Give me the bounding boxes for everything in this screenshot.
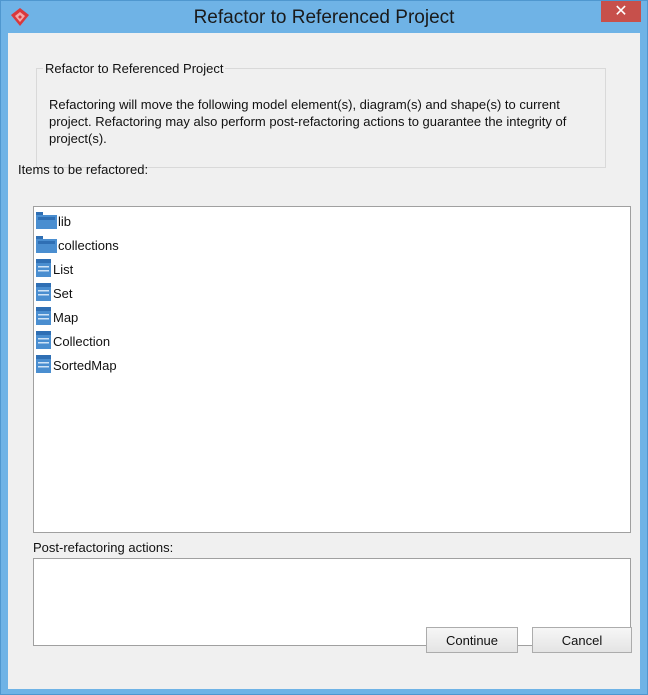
list-item[interactable]: List: [36, 257, 630, 281]
items-list[interactable]: lib collections List Set Map Collection Sorted…: [33, 206, 631, 533]
list-item-label: SortedMap: [53, 357, 117, 373]
list-item-label: Collection: [53, 333, 111, 349]
list-item-label: Set: [53, 285, 73, 301]
list-item[interactable]: SortedMap: [36, 353, 630, 377]
list-item-label: Map: [53, 309, 79, 325]
list-item[interactable]: Set: [36, 281, 630, 305]
close-button[interactable]: ✕: [601, 1, 641, 22]
vp-logo-icon: [10, 7, 30, 27]
group-legend: Refactor to Referenced Project: [45, 61, 224, 76]
list-item-label: List: [53, 261, 74, 277]
class-icon: [36, 258, 53, 281]
cancel-button[interactable]: Cancel: [532, 627, 632, 653]
package-icon: [36, 210, 58, 233]
window-title: Refactor to Referenced Project: [193, 7, 455, 28]
class-icon: [36, 282, 53, 305]
dialog-body: Refactor to Referenced Project Refactori…: [8, 33, 640, 689]
list-item-label: lib: [58, 213, 72, 229]
items-label: Items to be refactored:: [18, 162, 149, 177]
continue-button[interactable]: Continue: [426, 627, 518, 653]
dialog-window: Refactor to Referenced Project ✕ Refacto…: [0, 0, 648, 695]
title-bar[interactable]: Refactor to Referenced Project ✕: [1, 1, 647, 33]
description-text: Refactoring will move the following mode…: [49, 97, 567, 146]
class-icon: [36, 354, 53, 377]
package-icon: [36, 234, 58, 257]
list-item-label: collections: [58, 237, 119, 253]
list-item[interactable]: lib: [36, 209, 630, 233]
class-icon: [36, 330, 53, 353]
description-group: Refactor to Referenced Project Refactori…: [36, 61, 606, 168]
list-item[interactable]: Collection: [36, 329, 630, 353]
actions-label: Post-refactoring actions:: [33, 540, 174, 555]
list-item[interactable]: collections: [36, 233, 630, 257]
close-icon: ✕: [614, 1, 628, 20]
class-icon: [36, 306, 53, 329]
list-item[interactable]: Map: [36, 305, 630, 329]
